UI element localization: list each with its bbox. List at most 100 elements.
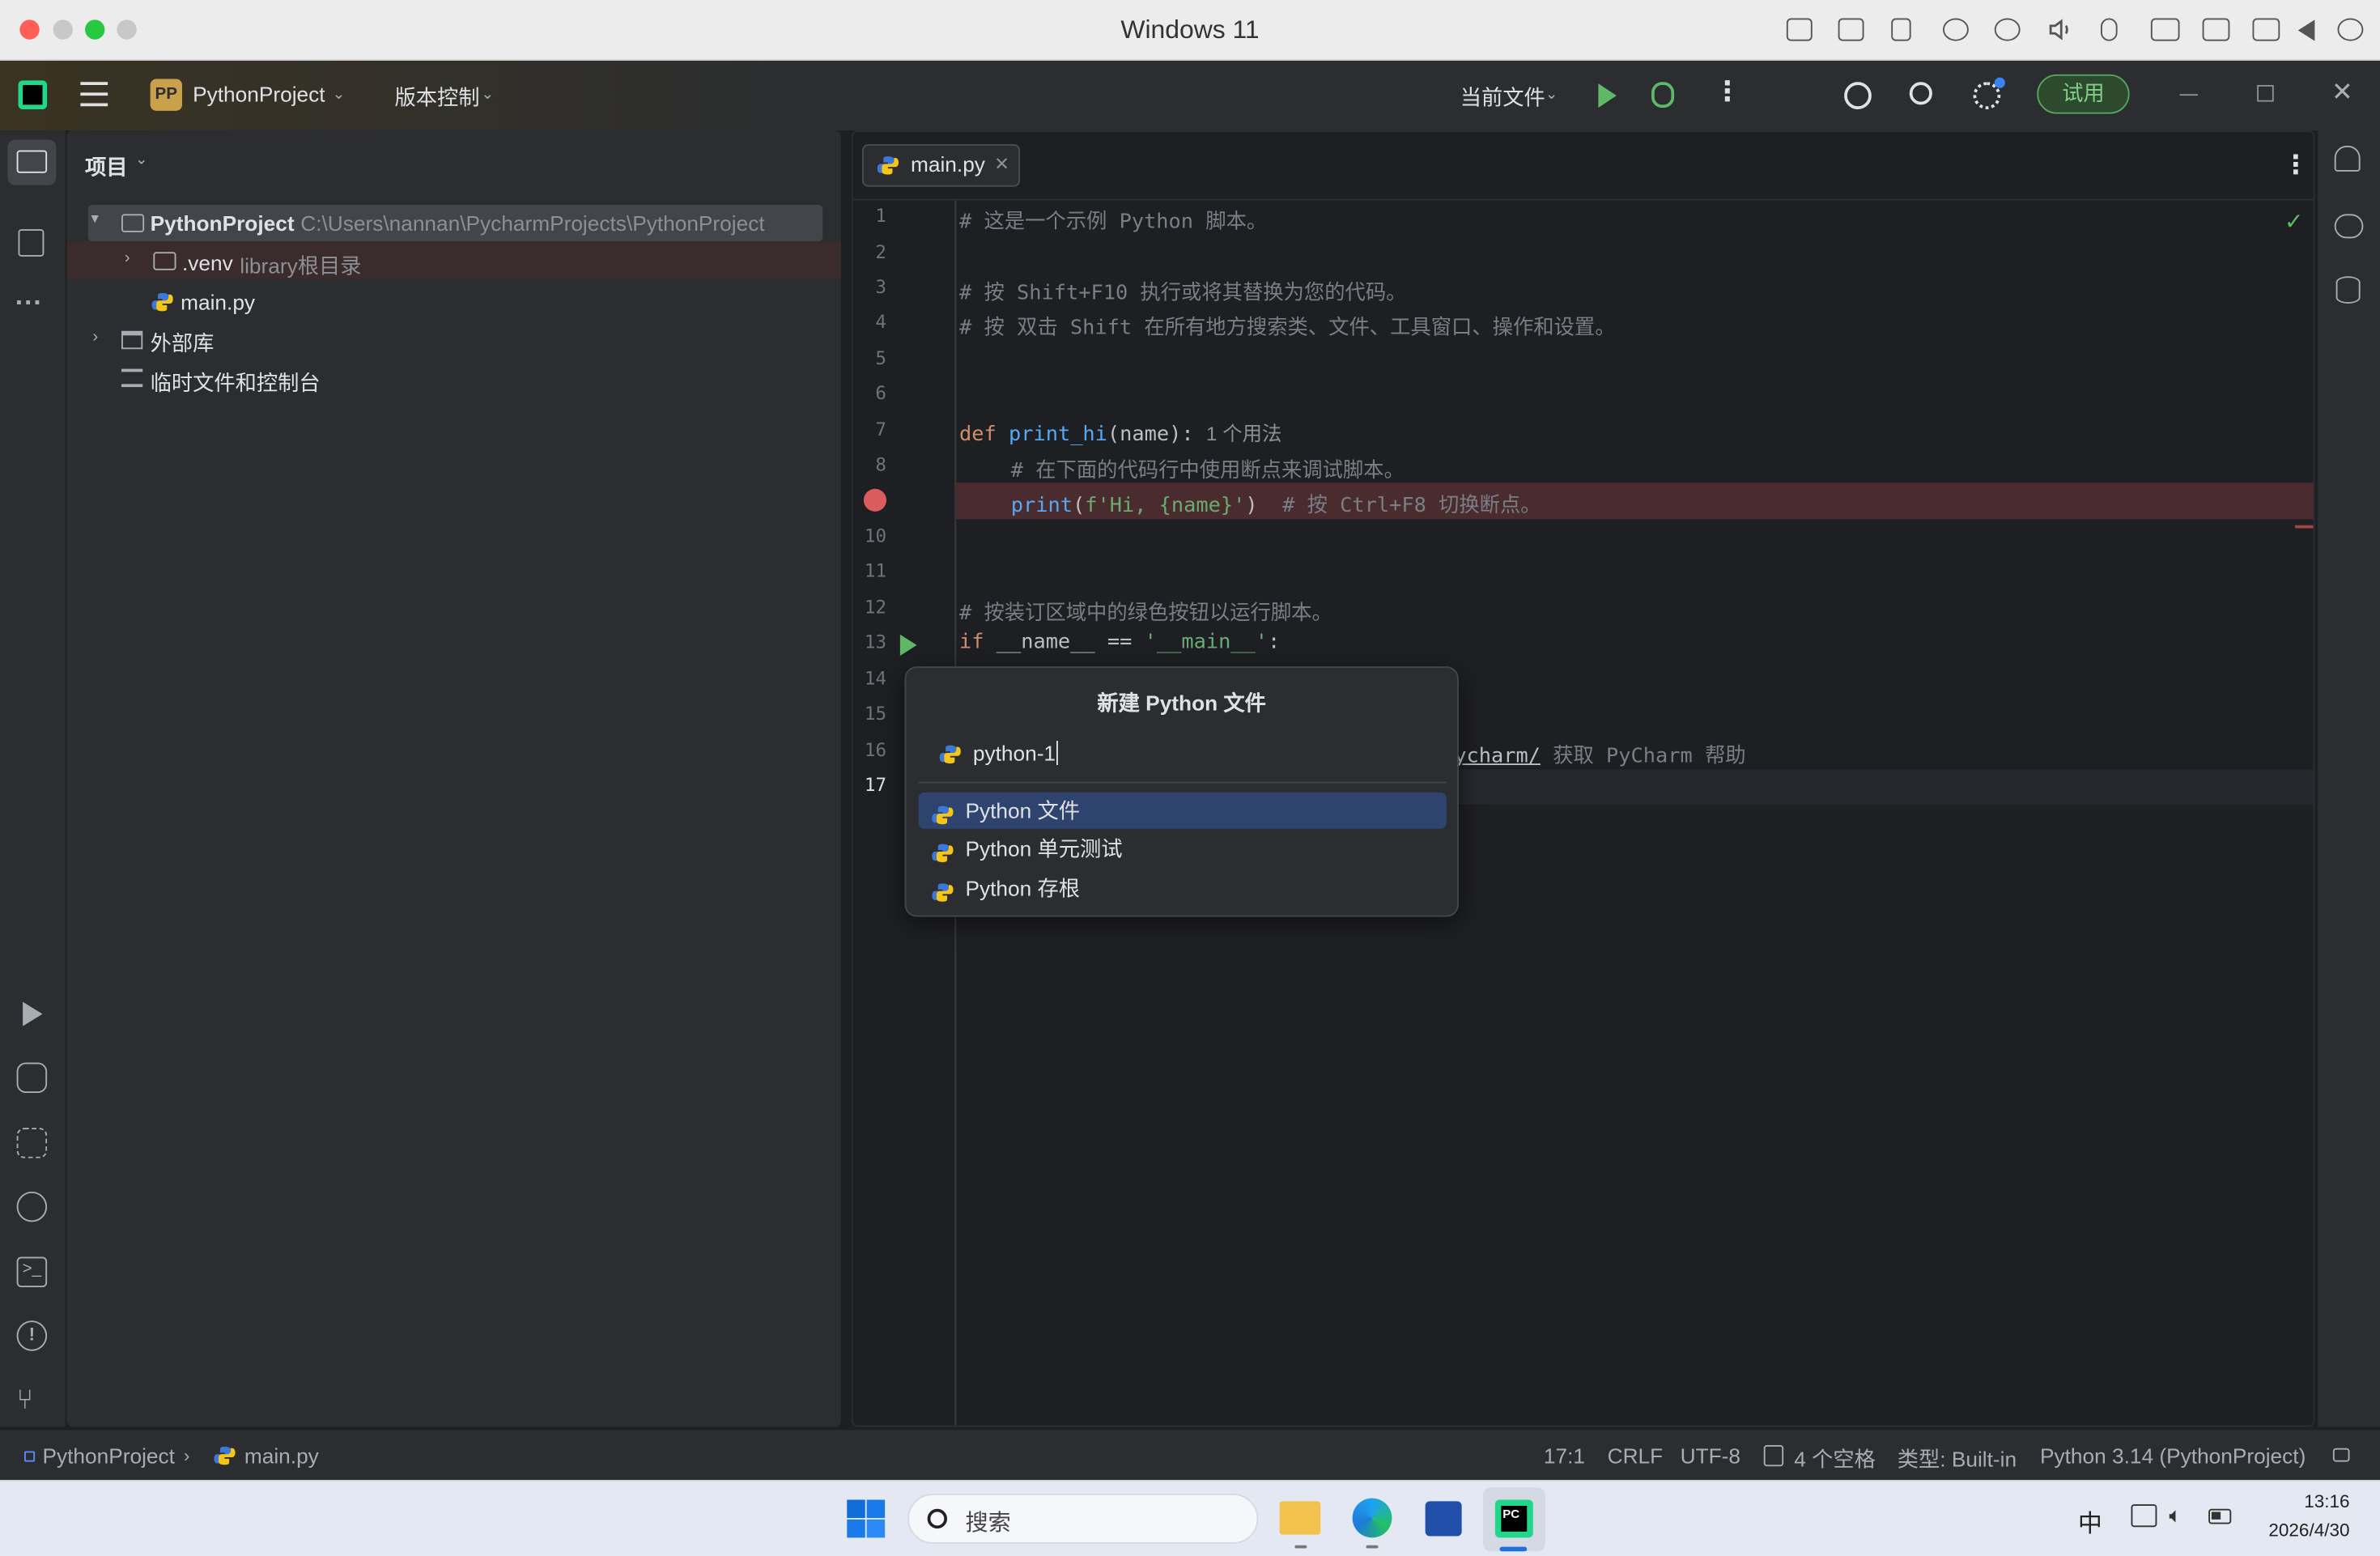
ai-chat-icon[interactable] xyxy=(2334,214,2364,239)
windows-start-icon[interactable] xyxy=(847,1499,886,1538)
usb-icon[interactable] xyxy=(1891,18,1911,41)
video-icon[interactable] xyxy=(2202,18,2230,41)
project-panel-title[interactable]: 项目 xyxy=(85,152,128,183)
editor-options-icon[interactable]: ⋮ xyxy=(2283,151,2309,181)
popup-item-python-unittest[interactable]: Python 单元测试 xyxy=(918,831,1447,867)
folder-share-icon[interactable] xyxy=(2252,18,2280,41)
restore-icon[interactable] xyxy=(2257,85,2274,102)
editor-tab-main[interactable]: main.py ✕ xyxy=(862,144,1020,187)
folder-icon[interactable] xyxy=(16,150,48,173)
edge-browser-icon[interactable] xyxy=(1352,1498,1392,1538)
drive-icon[interactable] xyxy=(2150,18,2180,41)
services-icon[interactable] xyxy=(16,1191,48,1222)
structure-icon[interactable] xyxy=(18,229,45,257)
run-tool-icon[interactable] xyxy=(23,1001,43,1027)
notifications-icon[interactable] xyxy=(2334,146,2361,172)
popup-item-python-stub[interactable]: Python 存根 xyxy=(918,869,1447,906)
run-config-selector[interactable]: 当前文件 xyxy=(1460,82,1545,113)
code-line-9[interactable]: print(f'Hi, {name}') # 按 Ctrl+F8 切换断点。 xyxy=(1011,487,1541,517)
more-actions-icon[interactable]: ⋮ xyxy=(1714,76,1741,108)
settings-icon[interactable] xyxy=(1973,77,2005,109)
back-icon[interactable] xyxy=(2297,19,2315,41)
battery-icon[interactable] xyxy=(2208,1508,2232,1524)
collapse-arrow-icon[interactable]: › xyxy=(92,328,98,346)
tab-label: main.py xyxy=(911,151,985,176)
breadcrumb-file[interactable]: main.py xyxy=(244,1443,319,1468)
line-separator[interactable]: CRLF xyxy=(1608,1443,1664,1468)
breadcrumb-project[interactable]: PythonProject xyxy=(43,1443,175,1468)
more-tools-icon[interactable]: ··· xyxy=(15,287,46,317)
venv-folder[interactable]: .venv xyxy=(182,250,233,274)
clock-time[interactable]: 13:16 xyxy=(2250,1490,2349,1511)
code-line-16[interactable]: ycharm/ 获取 PyCharm 帮助 xyxy=(1454,738,1745,768)
project-selector[interactable]: PythonProject xyxy=(193,82,325,106)
popup-divider xyxy=(918,781,1447,784)
clock-date[interactable]: 2026/4/30 xyxy=(2250,1520,2349,1541)
terminal-icon[interactable]: >_ xyxy=(16,1256,48,1287)
python-file-icon xyxy=(214,1445,236,1466)
file-explorer-icon[interactable] xyxy=(1279,1501,1321,1535)
microsoft-store-icon[interactable] xyxy=(1425,1501,1462,1537)
popup-item-label: Python 存根 xyxy=(965,875,1081,900)
file-name-input[interactable]: python-1 xyxy=(973,741,1059,765)
git-icon[interactable]: ⑂ xyxy=(17,1384,48,1415)
code-line-7[interactable]: def print_hi(name): 1 个用法 xyxy=(959,418,1281,446)
gear-icon[interactable] xyxy=(2337,18,2364,41)
project-tool-window: 项目 ⌄ ▾ PythonProject C:\Users\nannan\Pyc… xyxy=(66,130,841,1427)
chevron-down-icon[interactable]: ⌄ xyxy=(135,152,148,169)
taskbar-search-placeholder: 搜索 xyxy=(965,1510,1011,1537)
project-root-name[interactable]: PythonProject xyxy=(151,211,295,236)
popup-item-label: Python 文件 xyxy=(965,798,1081,823)
volume-icon[interactable]: 🔈︎ xyxy=(2169,1503,2182,1528)
close-tab-icon[interactable]: ✕ xyxy=(994,153,1009,174)
run-icon[interactable] xyxy=(1598,83,1617,108)
no-camera-icon[interactable] xyxy=(1943,18,1969,41)
minimize-icon[interactable] xyxy=(2179,94,2198,96)
network-icon[interactable] xyxy=(2131,1504,2157,1528)
trial-button[interactable]: 试用 xyxy=(2037,74,2130,114)
project-badge[interactable]: PP xyxy=(150,79,182,111)
module-icon xyxy=(24,1451,36,1462)
keyboard-icon[interactable] xyxy=(1786,18,1813,41)
database-icon[interactable] xyxy=(2335,276,2361,304)
debug-icon[interactable] xyxy=(1651,82,1675,108)
code-line-1[interactable]: # 这是一个示例 Python 脚本。 xyxy=(959,203,1267,234)
taskbar-search-box[interactable]: 搜索 xyxy=(907,1494,1259,1544)
indent-setting[interactable]: 4 个空格 xyxy=(1794,1443,1876,1474)
code-line-13[interactable]: if __name__ == '__main__': xyxy=(959,630,1280,654)
caret-position[interactable]: 17:1 xyxy=(1544,1443,1585,1468)
python-file-icon xyxy=(932,800,954,825)
external-libraries[interactable]: 外部库 xyxy=(151,328,215,359)
code-line-3[interactable]: # 按 Shift+F10 执行或将其替换为您的代码。 xyxy=(959,274,1407,305)
python-packages-icon[interactable] xyxy=(16,1128,48,1158)
usage-hint[interactable]: 1 个用法 xyxy=(1206,422,1281,444)
ime-indicator[interactable]: 中 xyxy=(2078,1503,2102,1539)
lock-icon[interactable] xyxy=(2332,1448,2350,1462)
python-console-icon[interactable] xyxy=(16,1062,48,1093)
line-number: 12 xyxy=(864,596,886,619)
vcs-menu[interactable]: 版本控制 xyxy=(395,82,480,113)
code-line-4[interactable]: # 按 双击 Shift 在所有地方搜索类、文件、工具窗口、操作和设置。 xyxy=(959,310,1616,340)
search-icon[interactable] xyxy=(1909,82,1932,105)
close-icon[interactable]: ✕ xyxy=(2331,78,2353,108)
breakpoint-icon[interactable] xyxy=(863,488,886,512)
run-gutter-icon[interactable] xyxy=(899,634,917,656)
main-menu-icon[interactable] xyxy=(80,82,108,107)
ai-assistant-icon[interactable] xyxy=(1844,82,1872,109)
speaker-icon[interactable] xyxy=(2047,19,2073,41)
tree-file-main[interactable]: main.py xyxy=(181,290,255,314)
line-number: 8 xyxy=(875,453,886,475)
scratches-and-consoles[interactable]: 临时文件和控制台 xyxy=(151,368,321,398)
microphone-icon[interactable] xyxy=(2101,18,2118,41)
collapse-arrow-icon[interactable]: › xyxy=(125,249,130,268)
type-checker[interactable]: 类型: Built-in xyxy=(1898,1443,2017,1474)
globe-icon[interactable] xyxy=(1994,18,2021,41)
cpu-icon[interactable] xyxy=(1838,18,1864,41)
file-encoding[interactable]: UTF-8 xyxy=(1681,1443,1740,1468)
code-line-12[interactable]: # 按装订区域中的绿色按钮以运行脚本。 xyxy=(959,595,1332,626)
expand-arrow-icon[interactable]: ▾ xyxy=(91,211,99,228)
popup-item-python-file[interactable]: Python 文件 xyxy=(918,792,1447,829)
code-line-8[interactable]: # 在下面的代码行中使用断点来调试脚本。 xyxy=(1011,453,1405,483)
interpreter-selector[interactable]: Python 3.14 (PythonProject) xyxy=(2040,1443,2306,1468)
problems-icon[interactable]: ! xyxy=(16,1320,48,1351)
